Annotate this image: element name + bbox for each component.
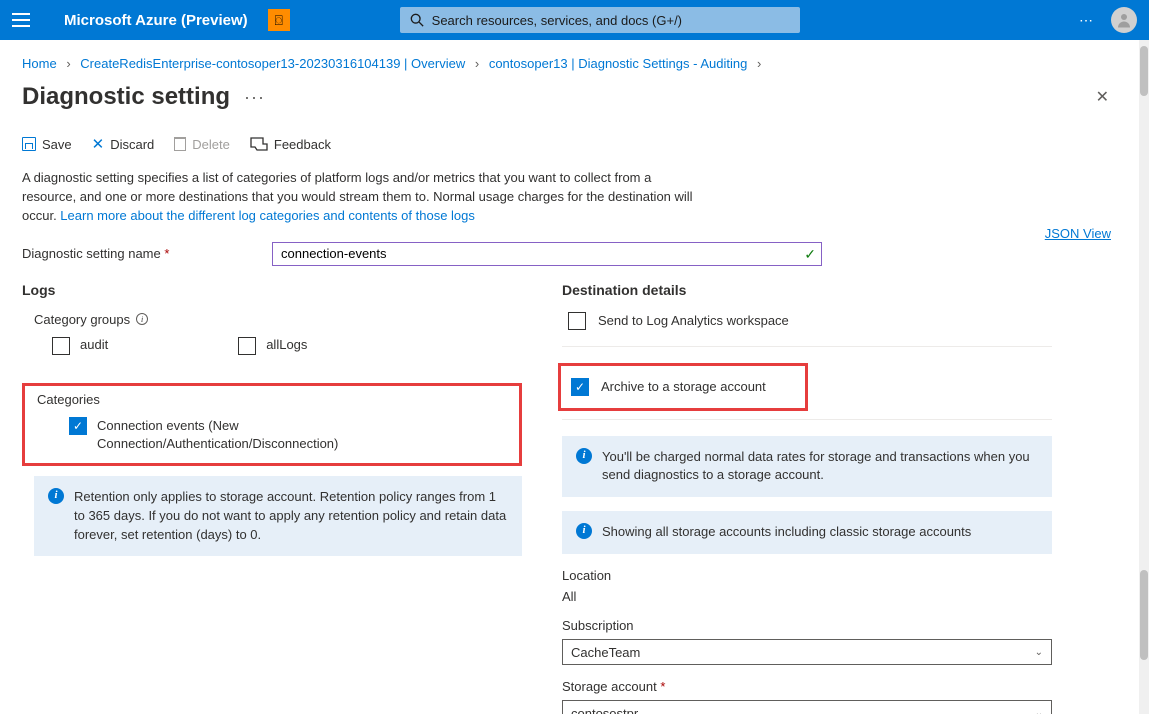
close-icon[interactable]: ✕ bbox=[1088, 83, 1117, 111]
scrollbar-thumb[interactable] bbox=[1140, 570, 1148, 660]
delete-button: Delete bbox=[174, 137, 230, 152]
checkbox-connection-events[interactable]: ✓ Connection events (New Connection/Auth… bbox=[69, 417, 449, 453]
scrollbar-thumb[interactable] bbox=[1140, 46, 1148, 96]
chevron-right-icon: › bbox=[475, 56, 479, 71]
chevron-down-icon: ⌄ bbox=[1035, 647, 1043, 658]
brand-label: Microsoft Azure (Preview) bbox=[64, 12, 248, 29]
breadcrumb-home[interactable]: Home bbox=[22, 56, 57, 71]
discard-button[interactable]: ✕ Discard bbox=[92, 135, 155, 153]
logs-section: Logs Category groups i audit allLogs Cat… bbox=[22, 282, 522, 714]
bug-icon[interactable]: ⌼ bbox=[268, 9, 290, 31]
page-title: Diagnostic setting bbox=[22, 83, 230, 111]
divider bbox=[562, 419, 1052, 420]
save-button[interactable]: Save bbox=[22, 137, 72, 152]
scrollbar-track[interactable] bbox=[1139, 40, 1149, 714]
charge-info: i You'll be charged normal data rates fo… bbox=[562, 436, 1052, 498]
destination-title: Destination details bbox=[562, 282, 1052, 298]
subscription-select[interactable]: CacheTeam ⌄ bbox=[562, 639, 1052, 665]
retention-info: i Retention only applies to storage acco… bbox=[34, 476, 522, 557]
breadcrumb-item-1[interactable]: CreateRedisEnterprise-contosoper13-20230… bbox=[80, 56, 465, 71]
breadcrumb-item-2[interactable]: contosoper13 | Diagnostic Settings - Aud… bbox=[489, 56, 747, 71]
logs-title: Logs bbox=[22, 282, 522, 298]
avatar[interactable] bbox=[1111, 7, 1137, 33]
more-icon[interactable]: ··· bbox=[244, 87, 265, 108]
info-icon: i bbox=[48, 488, 64, 504]
chevron-right-icon: › bbox=[757, 56, 761, 71]
setting-name-input[interactable] bbox=[272, 242, 822, 266]
x-icon: ✕ bbox=[92, 135, 105, 153]
learn-more-link[interactable]: Learn more about the different log categ… bbox=[60, 208, 475, 223]
chevron-right-icon: › bbox=[66, 56, 70, 71]
menu-icon[interactable] bbox=[12, 13, 30, 27]
storage-account-field: Storage account * contosostpr ⌄ bbox=[562, 679, 1052, 714]
checkbox-icon bbox=[52, 337, 70, 355]
save-icon bbox=[22, 137, 36, 151]
checkbox-send-law[interactable]: Send to Log Analytics workspace bbox=[568, 312, 1052, 330]
storage-account-select[interactable]: contosostpr ⌄ bbox=[562, 700, 1052, 714]
checkbox-alllogs[interactable]: allLogs bbox=[238, 337, 307, 355]
info-icon: i bbox=[576, 448, 592, 464]
trash-icon bbox=[174, 137, 186, 151]
checkbox-icon bbox=[568, 312, 586, 330]
feedback-icon bbox=[250, 137, 268, 151]
info-icon: i bbox=[576, 523, 592, 539]
divider bbox=[562, 346, 1052, 347]
chevron-down-icon: ⌄ bbox=[1035, 708, 1043, 714]
json-view-link[interactable]: JSON View bbox=[1045, 226, 1111, 241]
user-icon bbox=[1115, 11, 1133, 29]
search-input[interactable]: Search resources, services, and docs (G+… bbox=[400, 7, 800, 33]
subscription-field: Subscription CacheTeam ⌄ bbox=[562, 618, 1052, 665]
checkbox-checked-icon: ✓ bbox=[69, 417, 87, 435]
destination-section: Destination details Send to Log Analytic… bbox=[552, 282, 1052, 714]
categories-label: Categories bbox=[37, 392, 519, 407]
feedback-button[interactable]: Feedback bbox=[250, 137, 331, 152]
setting-name-row: Diagnostic setting name * ✓ bbox=[0, 232, 1139, 270]
checkbox-audit[interactable]: audit bbox=[52, 337, 108, 355]
checkbox-icon bbox=[238, 337, 256, 355]
categories-highlight: Categories ✓ Connection events (New Conn… bbox=[22, 383, 522, 466]
more-icon[interactable]: ⋯ bbox=[1079, 12, 1095, 29]
storage-list-info: i Showing all storage accounts including… bbox=[562, 511, 1052, 554]
checkbox-archive-storage[interactable]: ✓ Archive to a storage account bbox=[571, 378, 795, 396]
category-groups-label: Category groups i bbox=[34, 312, 522, 327]
breadcrumb: Home › CreateRedisEnterprise-contosoper1… bbox=[0, 40, 1139, 83]
search-placeholder: Search resources, services, and docs (G+… bbox=[432, 13, 682, 28]
search-icon bbox=[410, 13, 424, 27]
location-field: Location All bbox=[562, 568, 1052, 604]
description-text: A diagnostic setting specifies a list of… bbox=[0, 165, 730, 232]
topbar: Microsoft Azure (Preview) ⌼ Search resou… bbox=[0, 0, 1149, 40]
archive-highlight: ✓ Archive to a storage account bbox=[558, 363, 808, 411]
toolbar: Save ✕ Discard Delete Feedback bbox=[0, 125, 1139, 165]
setting-name-label: Diagnostic setting name * bbox=[22, 246, 252, 261]
checkbox-checked-icon: ✓ bbox=[571, 378, 589, 396]
page-header: Diagnostic setting ··· ✕ bbox=[0, 83, 1139, 125]
check-icon: ✓ bbox=[804, 246, 816, 263]
info-icon[interactable]: i bbox=[136, 313, 148, 325]
